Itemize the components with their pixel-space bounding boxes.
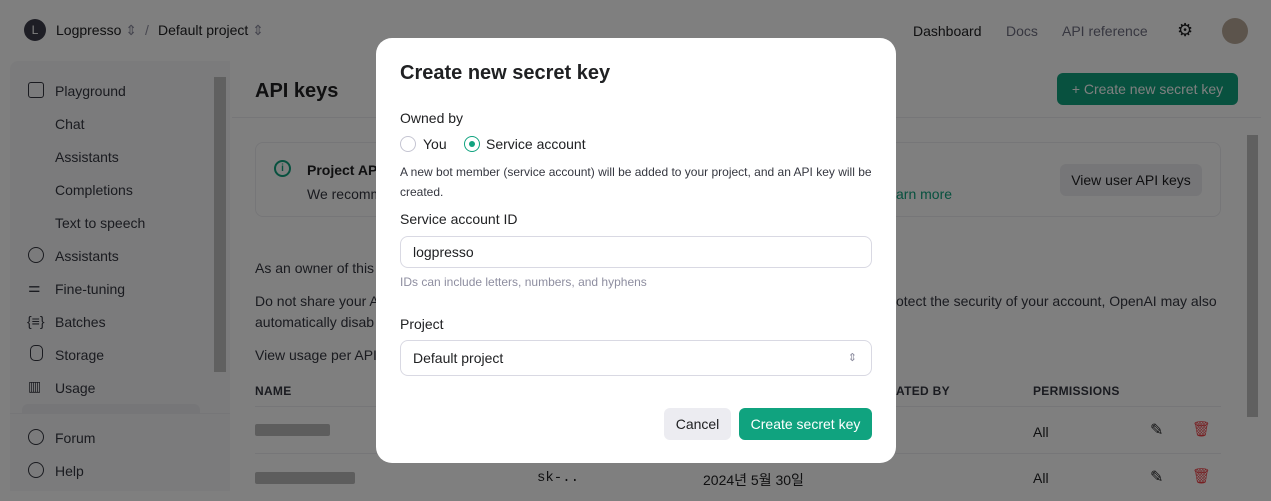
radio-you-label[interactable]: You bbox=[423, 136, 447, 152]
chevron-updown-icon: ⇕ bbox=[847, 352, 857, 364]
dialog-title: Create new secret key bbox=[400, 62, 611, 84]
radio-service-account[interactable] bbox=[464, 136, 480, 152]
create-key-dialog: Create new secret key Owned by You Servi… bbox=[376, 38, 896, 463]
radio-you[interactable] bbox=[400, 136, 416, 152]
project-select[interactable]: Default project ⇕ bbox=[400, 340, 872, 376]
cancel-button[interactable]: Cancel bbox=[664, 408, 731, 440]
id-hint: IDs can include letters, numbers, and hy… bbox=[400, 275, 647, 289]
radio-service-account-label[interactable]: Service account bbox=[486, 136, 586, 152]
service-account-description: A new bot member (service account) will … bbox=[400, 165, 872, 199]
project-label: Project bbox=[400, 316, 444, 332]
owned-by-label: Owned by bbox=[400, 110, 464, 126]
service-account-id-label: Service account ID bbox=[400, 211, 518, 227]
project-select-value: Default project bbox=[413, 350, 504, 366]
create-secret-key-button[interactable]: Create secret key bbox=[739, 408, 872, 440]
service-account-id-input[interactable] bbox=[400, 236, 872, 268]
